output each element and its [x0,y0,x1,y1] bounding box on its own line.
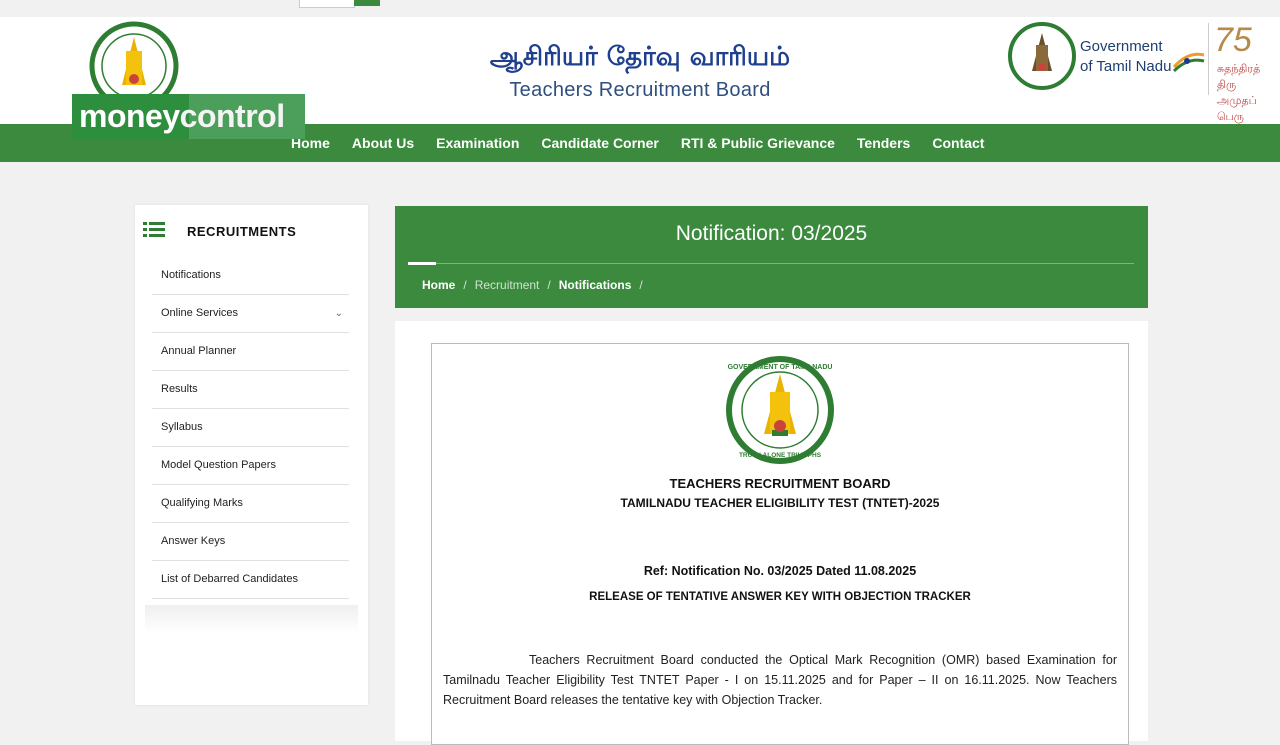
azadi-ka-amrit-mahotsav-logo: 75 [1214,21,1252,59]
doc-paragraph: Teachers Recruitment Board conducted the… [443,653,1117,707]
watermark-control: control [179,98,285,134]
header-rule-accent [408,262,436,265]
moneycontrol-watermark-logo: moneycontrol [72,94,305,139]
chevron-down-icon[interactable]: ⌄ [335,295,343,332]
sidebar-item-label: List of Debarred Candidates [161,573,298,585]
doc-heading-exam: TAMILNADU TEACHER ELIGIBILITY TEST (TNTE… [620,496,940,510]
breadcrumb-item-home[interactable]: Home [422,278,455,292]
ama-tamil-line-1: சுதந்திரத் திரு [1217,62,1261,91]
sidebar-item-results[interactable]: Results [152,371,349,409]
list-menu-icon [143,222,165,237]
nav-item-rti-public-grievance[interactable]: RTI & Public Grievance [670,135,846,151]
breadcrumb-item-recruitment[interactable]: Recruitment [475,278,540,292]
seal-bottom-text: TRUTH ALONE TRIUMPHS [739,452,822,459]
tamilnadu-emblem-icon: GOVERNMENT OF TAMILNADU TRUTH ALONE TRIU… [726,356,834,464]
nav-item-tenders[interactable]: Tenders [846,135,921,151]
sidebar-item-model-question-papers[interactable]: Model Question Papers [152,447,349,485]
sidebar-item-label: Answer Keys [161,535,226,547]
breadcrumb-separator: / [547,278,551,292]
watermark-money: money [79,98,180,134]
header-rule [408,263,1134,264]
breadcrumb-separator: / [463,278,467,292]
notification-header: Notification: 03/2025 Home / Recruitment / N… [395,206,1148,308]
amrit-tamil-text: சுதந்திரத் திரு அமுதப் பெரு [1217,61,1280,125]
ama-tamil-line-2: அமுதப் பெரு [1217,94,1257,123]
sidebar-item-answer-keys[interactable]: Answer Keys [152,523,349,561]
seal-top-text: GOVERNMENT OF TAMILNADU [728,364,833,371]
sidebar-item-label: Results [161,383,198,395]
sidebar-list: Notifications Online Services ⌄ Annual Plan… [152,257,349,599]
sidebar-item-annual-planner[interactable]: Annual Planner [152,333,349,371]
nav-item-contact[interactable]: Contact [921,135,995,151]
government-seal-icon [1008,22,1076,90]
sidebar-item-label: Model Question Papers [161,459,276,471]
sidebar-item-online-services[interactable]: Online Services ⌄ [152,295,349,333]
sidebar-item-label: Notifications [161,269,221,281]
search-button[interactable] [354,0,380,6]
nav-item-candidate-corner[interactable]: Candidate Corner [530,135,669,151]
breadcrumb: Home / Recruitment / Notifications / [422,278,651,292]
doc-heading-board: TEACHERS RECRUITMENT BOARD [669,476,891,491]
breadcrumb-separator: / [639,278,643,292]
nav-menu: Home About Us Examination Candidate Corner R… [280,124,995,162]
breadcrumb-item-notifications[interactable]: Notifications [559,278,632,292]
flag-swoosh-icon [1172,52,1205,73]
sidebar-item-syllabus[interactable]: Syllabus [152,409,349,447]
sidebar-shadow [145,605,358,633]
nav-item-about-us[interactable]: About Us [341,135,425,151]
header-divider [1208,23,1209,95]
sidebar-item-label: Qualifying Marks [161,497,243,509]
sidebar-item-qualifying-marks[interactable]: Qualifying Marks [152,485,349,523]
sidebar-item-label: Annual Planner [161,345,237,357]
nav-item-examination[interactable]: Examination [425,135,530,151]
gov-line-1: Government [1080,38,1163,55]
search-input[interactable] [299,0,355,8]
doc-release-title: RELEASE OF TENTATIVE ANSWER KEY WITH OBJ… [589,591,971,603]
top-strip [0,0,1280,17]
sidebar-item-notifications[interactable]: Notifications [152,257,349,295]
doc-reference: Ref: Notification No. 03/2025 Dated 11.0… [643,564,917,578]
sidebar-item-label: Online Services [161,307,239,319]
sidebar-title: RECRUITMENTS [187,224,297,239]
government-of-tamil-nadu-label: Government of Tamil Nadu [1080,37,1171,77]
sidebar: RECRUITMENTS Notifications Online Service… [135,205,368,705]
gov-line-2: of Tamil Nadu [1080,58,1172,75]
notification-document: GOVERNMENT OF TAMILNADU TRUTH ALONE TRIU… [431,343,1129,745]
sidebar-item-list-of-debarred-candidates[interactable]: List of Debarred Candidates [152,561,349,599]
sidebar-item-label: Syllabus [161,421,203,433]
page-title: Notification: 03/2025 [675,222,868,245]
watermark-text: moneycontrol [79,98,285,135]
